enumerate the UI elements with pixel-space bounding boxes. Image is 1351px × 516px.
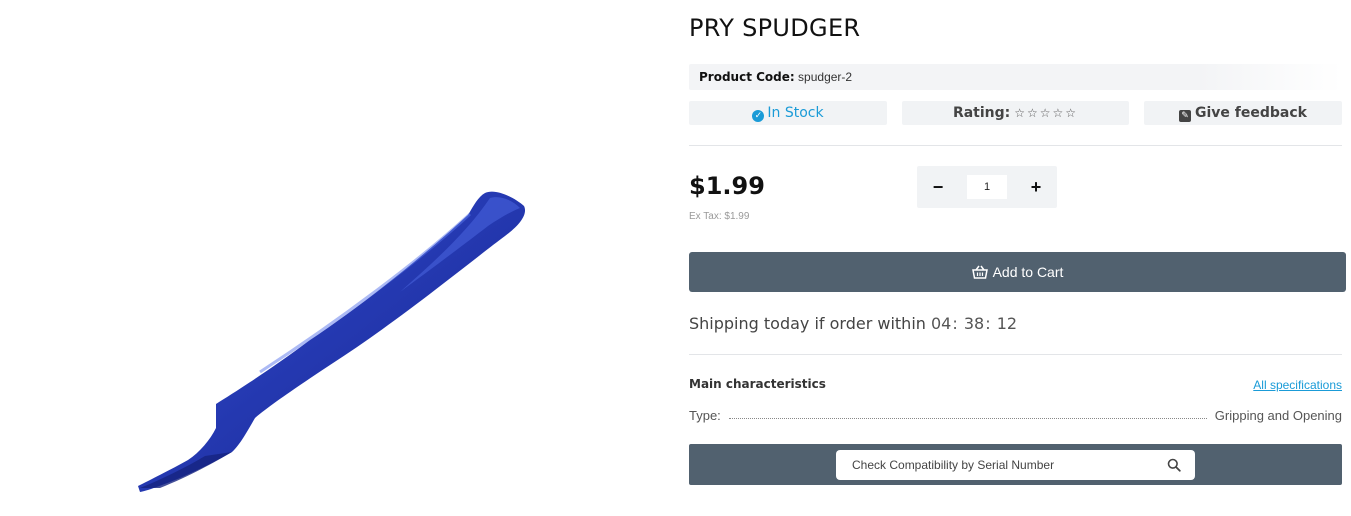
product-code-value: spudger-2 <box>798 70 853 84</box>
spec-row: Type: Gripping and Opening <box>689 407 1342 423</box>
search-icon[interactable] <box>1167 458 1181 477</box>
price: $1.99 <box>689 172 765 200</box>
countdown-separator: : <box>985 314 991 333</box>
add-to-cart-label: Add to Cart <box>992 264 1064 280</box>
spec-value: Gripping and Opening <box>1214 408 1342 423</box>
give-feedback-button[interactable]: ✎ Give feedback <box>1144 101 1342 125</box>
rating-label: Rating: <box>952 105 1011 121</box>
give-feedback-label: Give feedback <box>1195 105 1307 121</box>
all-specifications-link[interactable]: All specifications <box>1253 378 1342 392</box>
divider <box>689 145 1342 146</box>
shipping-text: Shipping today if order within <box>689 314 926 333</box>
countdown-seconds: 12 <box>996 314 1018 333</box>
quantity-increase-button[interactable]: + <box>1015 166 1057 208</box>
serial-number-input[interactable] <box>836 450 1156 480</box>
spec-leader-dots <box>728 418 1207 419</box>
countdown-separator: : <box>952 314 958 333</box>
main-characteristics-heading: Main characteristics <box>689 377 826 391</box>
compatibility-search <box>836 450 1195 480</box>
ex-tax-price: Ex Tax: $1.99 <box>689 211 750 222</box>
countdown-minutes: 38 <box>963 314 985 333</box>
product-title: PRY SPUDGER <box>689 14 861 42</box>
quantity-decrease-button[interactable]: − <box>917 166 959 208</box>
compatibility-check-bar <box>689 444 1342 485</box>
edit-icon: ✎ <box>1179 110 1192 122</box>
spec-label: Type: <box>689 408 721 423</box>
product-image <box>0 0 660 516</box>
spudger-image <box>138 191 526 493</box>
check-circle-icon: ✓ <box>752 110 765 122</box>
stock-status: ✓ In Stock <box>689 101 887 125</box>
divider <box>689 354 1342 355</box>
add-to-cart-button[interactable]: Add to Cart <box>689 252 1346 292</box>
quantity-stepper: − + <box>917 166 1057 208</box>
basket-icon <box>971 265 988 279</box>
quantity-input[interactable] <box>967 175 1007 199</box>
rating-stars-icon[interactable]: ☆☆☆☆☆ <box>1014 106 1078 120</box>
product-page: PRY SPUDGER Product Code: spudger-2 ✓ In … <box>0 0 1351 516</box>
shipping-countdown: Shipping today if order within 04: 38: 1… <box>689 314 1017 333</box>
countdown-hours: 04 <box>931 314 952 333</box>
product-code: Product Code: spudger-2 <box>689 64 1342 90</box>
product-code-label: Product Code: <box>699 70 795 84</box>
stock-label: In Stock <box>767 105 824 121</box>
rating[interactable]: Rating: ☆☆☆☆☆ <box>902 101 1129 125</box>
